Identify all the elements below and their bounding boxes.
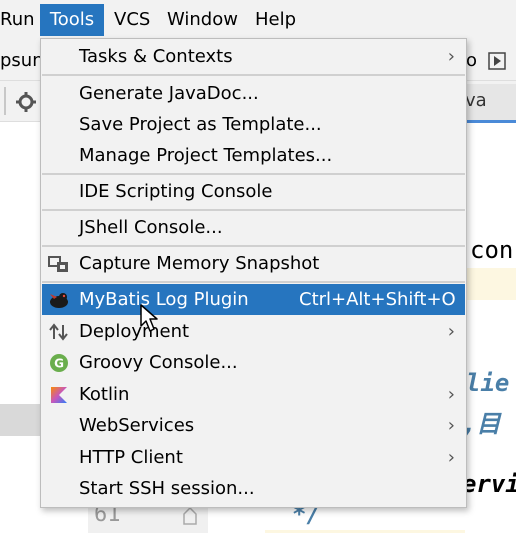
menu-tools[interactable]: Tools [40, 4, 104, 36]
code-fragment-cn: ,目 [462, 410, 501, 438]
mybatis-bird-icon [50, 293, 68, 308]
menu-item-ide-scripting-console[interactable]: IDE Scripting Console [42, 176, 465, 207]
menu-item-save-project-template[interactable]: Save Project as Template... [42, 109, 465, 140]
menu-item-start-ssh-session[interactable]: Start SSH session... [42, 473, 465, 504]
menu-item-label: Generate JavaDoc... [79, 83, 259, 104]
menu-item-label: IDE Scripting Console [79, 181, 273, 202]
menu-item-label: Start SSH session... [79, 478, 255, 499]
menu-item-tasks-contexts[interactable]: Tasks & Contexts › [42, 41, 465, 72]
menu-item-generate-javadoc[interactable]: Generate JavaDoc... [42, 78, 465, 109]
menu-item-jshell-console[interactable]: JShell Console... [42, 212, 465, 243]
menu-item-label: HTTP Client [79, 447, 183, 468]
code-highlight [462, 268, 516, 300]
menu-item-webservices[interactable]: WebServices › [42, 410, 465, 441]
menu-item-label: Deployment [79, 321, 190, 342]
menu-separator [42, 281, 465, 283]
toolbar-divider [4, 87, 6, 115]
menu-item-label: Save Project as Template... [79, 114, 322, 135]
menu-item-groovy-console[interactable]: G Groovy Console... [42, 347, 465, 378]
kotlin-icon [51, 387, 67, 403]
menu-item-deployment[interactable]: Deployment › [42, 316, 465, 347]
menu-separator [42, 245, 465, 247]
menu-item-label: Kotlin [79, 384, 130, 405]
menu-item-label: JShell Console... [79, 217, 223, 238]
fold-icon[interactable] [182, 506, 198, 526]
groovy-icon: G [50, 354, 68, 372]
menu-help[interactable]: Help [255, 4, 305, 36]
submenu-arrow-icon: › [447, 321, 455, 342]
gear-icon[interactable] [16, 92, 36, 112]
menu-item-capture-memory-snapshot[interactable]: Capture Memory Snapshot [42, 248, 465, 279]
menu-item-label: Manage Project Templates... [79, 145, 333, 166]
mouse-cursor-icon [140, 304, 158, 332]
tools-menu: Tasks & Contexts › Generate JavaDoc... S… [40, 38, 467, 508]
menu-run[interactable]: Run [0, 4, 36, 36]
code-fragment-con: con [470, 236, 514, 264]
menu-item-manage-project-templates[interactable]: Manage Project Templates... [42, 140, 465, 171]
memory-snapshot-icon [48, 256, 68, 272]
menu-item-kotlin[interactable]: Kotlin › [42, 379, 465, 410]
code-fragment-servi: ervi [462, 470, 516, 498]
menu-item-label: MyBatis Log Plugin [79, 289, 249, 310]
svg-text:G: G [54, 357, 64, 371]
menu-item-label: Capture Memory Snapshot [79, 253, 320, 274]
menu-separator [42, 173, 465, 175]
menu-item-http-client[interactable]: HTTP Client › [42, 442, 465, 473]
menu-item-label: Groovy Console... [79, 352, 238, 373]
submenu-arrow-icon: › [447, 46, 455, 67]
menu-vcs[interactable]: VCS [114, 4, 154, 36]
menu-item-shortcut: Ctrl+Alt+Shift+O [299, 289, 456, 310]
menu-bar: Run Tools VCS Window Help [0, 0, 516, 41]
deployment-arrows-icon [49, 323, 68, 341]
submenu-arrow-icon: › [447, 384, 455, 405]
menu-separator [42, 74, 465, 76]
menu-item-label: Tasks & Contexts [79, 46, 233, 67]
toolbar-project-label: psun [0, 50, 44, 71]
menu-window[interactable]: Window [167, 4, 243, 36]
toolbar-fragment: o [466, 50, 478, 71]
submenu-arrow-icon: › [447, 415, 455, 436]
gutter-highlight [0, 404, 42, 436]
submenu-arrow-icon: › [447, 447, 455, 468]
play-icon[interactable] [488, 52, 506, 70]
menu-separator [42, 209, 465, 211]
code-fragment-clie: lie [466, 369, 510, 397]
menu-item-label: WebServices [79, 415, 195, 436]
menu-item-mybatis-log-plugin[interactable]: MyBatis Log Plugin Ctrl+Alt+Shift+O [42, 284, 465, 315]
